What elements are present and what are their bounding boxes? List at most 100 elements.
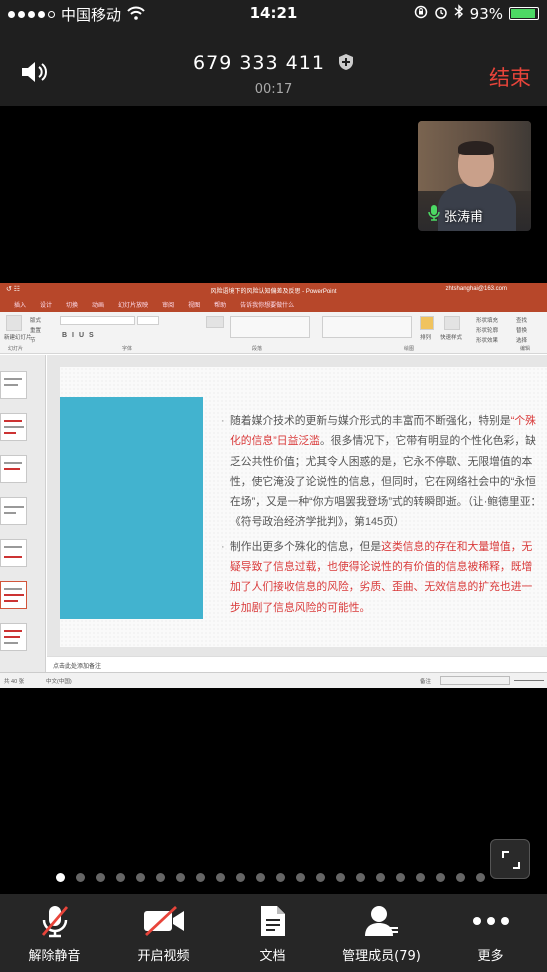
ribbon-effects[interactable]: 形状效果: [476, 336, 498, 344]
page-dot[interactable]: [116, 873, 125, 882]
page-dot[interactable]: [416, 873, 425, 882]
page-dot[interactable]: [156, 873, 165, 882]
microphone-icon: [428, 205, 440, 225]
slide-thumbnail-selected[interactable]: [0, 581, 27, 609]
ribbon-new-slide[interactable]: 新建幻灯片: [4, 333, 32, 341]
arrange-icon[interactable]: [420, 316, 434, 330]
unmute-button[interactable]: 解除静音: [0, 894, 109, 972]
fullscreen-icon: [502, 851, 520, 869]
participant-name: 张涛甫: [444, 209, 484, 225]
ribbon-reset[interactable]: 重置: [30, 326, 41, 334]
slide-thumbnail-pane[interactable]: [0, 355, 46, 675]
page-dot[interactable]: [196, 873, 205, 882]
page-dot[interactable]: [256, 873, 265, 882]
page-dot[interactable]: [216, 873, 225, 882]
documents-button[interactable]: 文档: [218, 894, 327, 972]
ppt-tab[interactable]: 插入: [14, 300, 26, 309]
slide-thumbnail[interactable]: [0, 455, 27, 483]
start-video-button[interactable]: 开启视频: [109, 894, 218, 972]
ribbon-section[interactable]: 节: [30, 336, 36, 344]
ppt-tab[interactable]: 帮助: [214, 300, 226, 309]
slide-thumbnail[interactable]: [0, 413, 27, 441]
ribbon-group-label: 绘图: [404, 346, 415, 352]
slide-text-body[interactable]: 随着媒介技术的更新与媒介形式的丰富而不断强化，特别是“个殊化的信息”日益泛滥。很…: [221, 411, 542, 622]
page-dot[interactable]: [456, 873, 465, 882]
slide-bullet-2: 制作出更多个殊化的信息，但是这类信息的存在和大量增值，无疑导致了信息过载，也使得…: [221, 537, 542, 618]
page-dot[interactable]: [136, 873, 145, 882]
members-icon: [327, 904, 436, 938]
page-dot[interactable]: [396, 873, 405, 882]
slide-thumbnail[interactable]: [0, 539, 27, 567]
ribbon-group-label: 字体: [122, 346, 133, 352]
page-dot[interactable]: [476, 873, 485, 882]
ribbon-fill[interactable]: 形状填充: [476, 316, 498, 324]
view-buttons[interactable]: [440, 676, 510, 685]
fullscreen-button[interactable]: [490, 839, 530, 879]
status-bar: 中国移动 14:21 93%: [0, 0, 547, 28]
call-duration: 00:17: [254, 82, 293, 97]
meeting-id-value: 679 333 411: [193, 52, 325, 74]
page-dot[interactable]: [76, 873, 85, 882]
page-dot[interactable]: [356, 873, 365, 882]
zoom-slider[interactable]: [514, 680, 544, 681]
manage-members-button[interactable]: 管理成员(79): [327, 894, 436, 972]
slide-counter: 共 40 张: [4, 679, 25, 685]
shared-screen[interactable]: ↺ ☷ 风险语境下的风险认知偏差及反思 - PowerPoint zhtshan…: [0, 283, 547, 688]
bluetooth-icon: [454, 4, 464, 23]
ribbon-quick-styles[interactable]: 快速样式: [440, 333, 462, 341]
ribbon-outline[interactable]: 形状轮廓: [476, 326, 498, 334]
status-right-group: 93%: [414, 4, 539, 23]
ppt-account: zhtshanghai@163.com: [445, 286, 507, 292]
alignment-icons[interactable]: [230, 316, 310, 338]
page-dot[interactable]: [336, 873, 345, 882]
page-dot-active[interactable]: [56, 873, 65, 882]
ribbon-find[interactable]: 查找: [516, 316, 527, 324]
page-dot[interactable]: [376, 873, 385, 882]
meeting-id[interactable]: 679 333 411: [0, 52, 547, 76]
ribbon-group-label: 段落: [252, 346, 263, 352]
paragraph-icon[interactable]: [206, 316, 224, 328]
page-dot[interactable]: [96, 873, 105, 882]
alarm-icon: [434, 5, 448, 23]
page-dot[interactable]: [176, 873, 185, 882]
end-call-button[interactable]: 结束: [489, 62, 531, 92]
participant-video-tile[interactable]: 张涛甫: [418, 121, 531, 231]
ribbon-group-label: 幻灯片: [8, 346, 24, 352]
ppt-tab[interactable]: 切换: [66, 300, 78, 309]
ppt-tab[interactable]: 设计: [40, 300, 52, 309]
page-dot[interactable]: [296, 873, 305, 882]
ribbon-layout[interactable]: 版式: [30, 316, 41, 324]
call-header: 679 333 411 00:17 结束: [0, 28, 547, 106]
ribbon-replace[interactable]: 替换: [516, 326, 527, 334]
ribbon-arrange[interactable]: 排列: [420, 333, 431, 341]
ppt-tab[interactable]: 幻灯片放映: [118, 300, 148, 309]
more-button[interactable]: 更多: [436, 894, 545, 972]
page-indicator[interactable]: [56, 873, 485, 882]
ppt-tab[interactable]: 审阅: [162, 300, 174, 309]
video-off-icon: [109, 904, 218, 938]
font-format-icons[interactable]: BIUS: [62, 332, 99, 339]
slide-thumbnail[interactable]: [0, 623, 27, 651]
font-name-select[interactable]: [60, 316, 135, 325]
ribbon-group-label: 编辑: [520, 346, 531, 352]
ppt-tab[interactable]: 视图: [188, 300, 200, 309]
notes-pane[interactable]: 点击此处添加备注: [47, 656, 547, 672]
page-dot[interactable]: [236, 873, 245, 882]
ribbon-select[interactable]: 选择: [516, 336, 527, 344]
page-dot[interactable]: [316, 873, 325, 882]
battery-icon: [509, 7, 539, 20]
ppt-title-bar: ↺ ☷ 风险语境下的风险认知偏差及反思 - PowerPoint zhtshan…: [0, 283, 547, 297]
quick-styles-icon[interactable]: [444, 316, 460, 330]
page-dot[interactable]: [276, 873, 285, 882]
new-slide-icon[interactable]: [6, 315, 22, 331]
ppt-tab[interactable]: 动画: [92, 300, 104, 309]
slide-thumbnail[interactable]: [0, 371, 27, 399]
battery-percent: 93%: [469, 4, 503, 23]
shapes-gallery[interactable]: [322, 316, 412, 338]
page-dot[interactable]: [436, 873, 445, 882]
notes-toggle[interactable]: 备注: [420, 677, 431, 685]
ppt-tell-me[interactable]: 告诉我你想要做什么: [240, 300, 294, 309]
slide-blue-panel: [60, 397, 203, 619]
slide-thumbnail[interactable]: [0, 497, 27, 525]
font-size-select[interactable]: [137, 316, 159, 325]
